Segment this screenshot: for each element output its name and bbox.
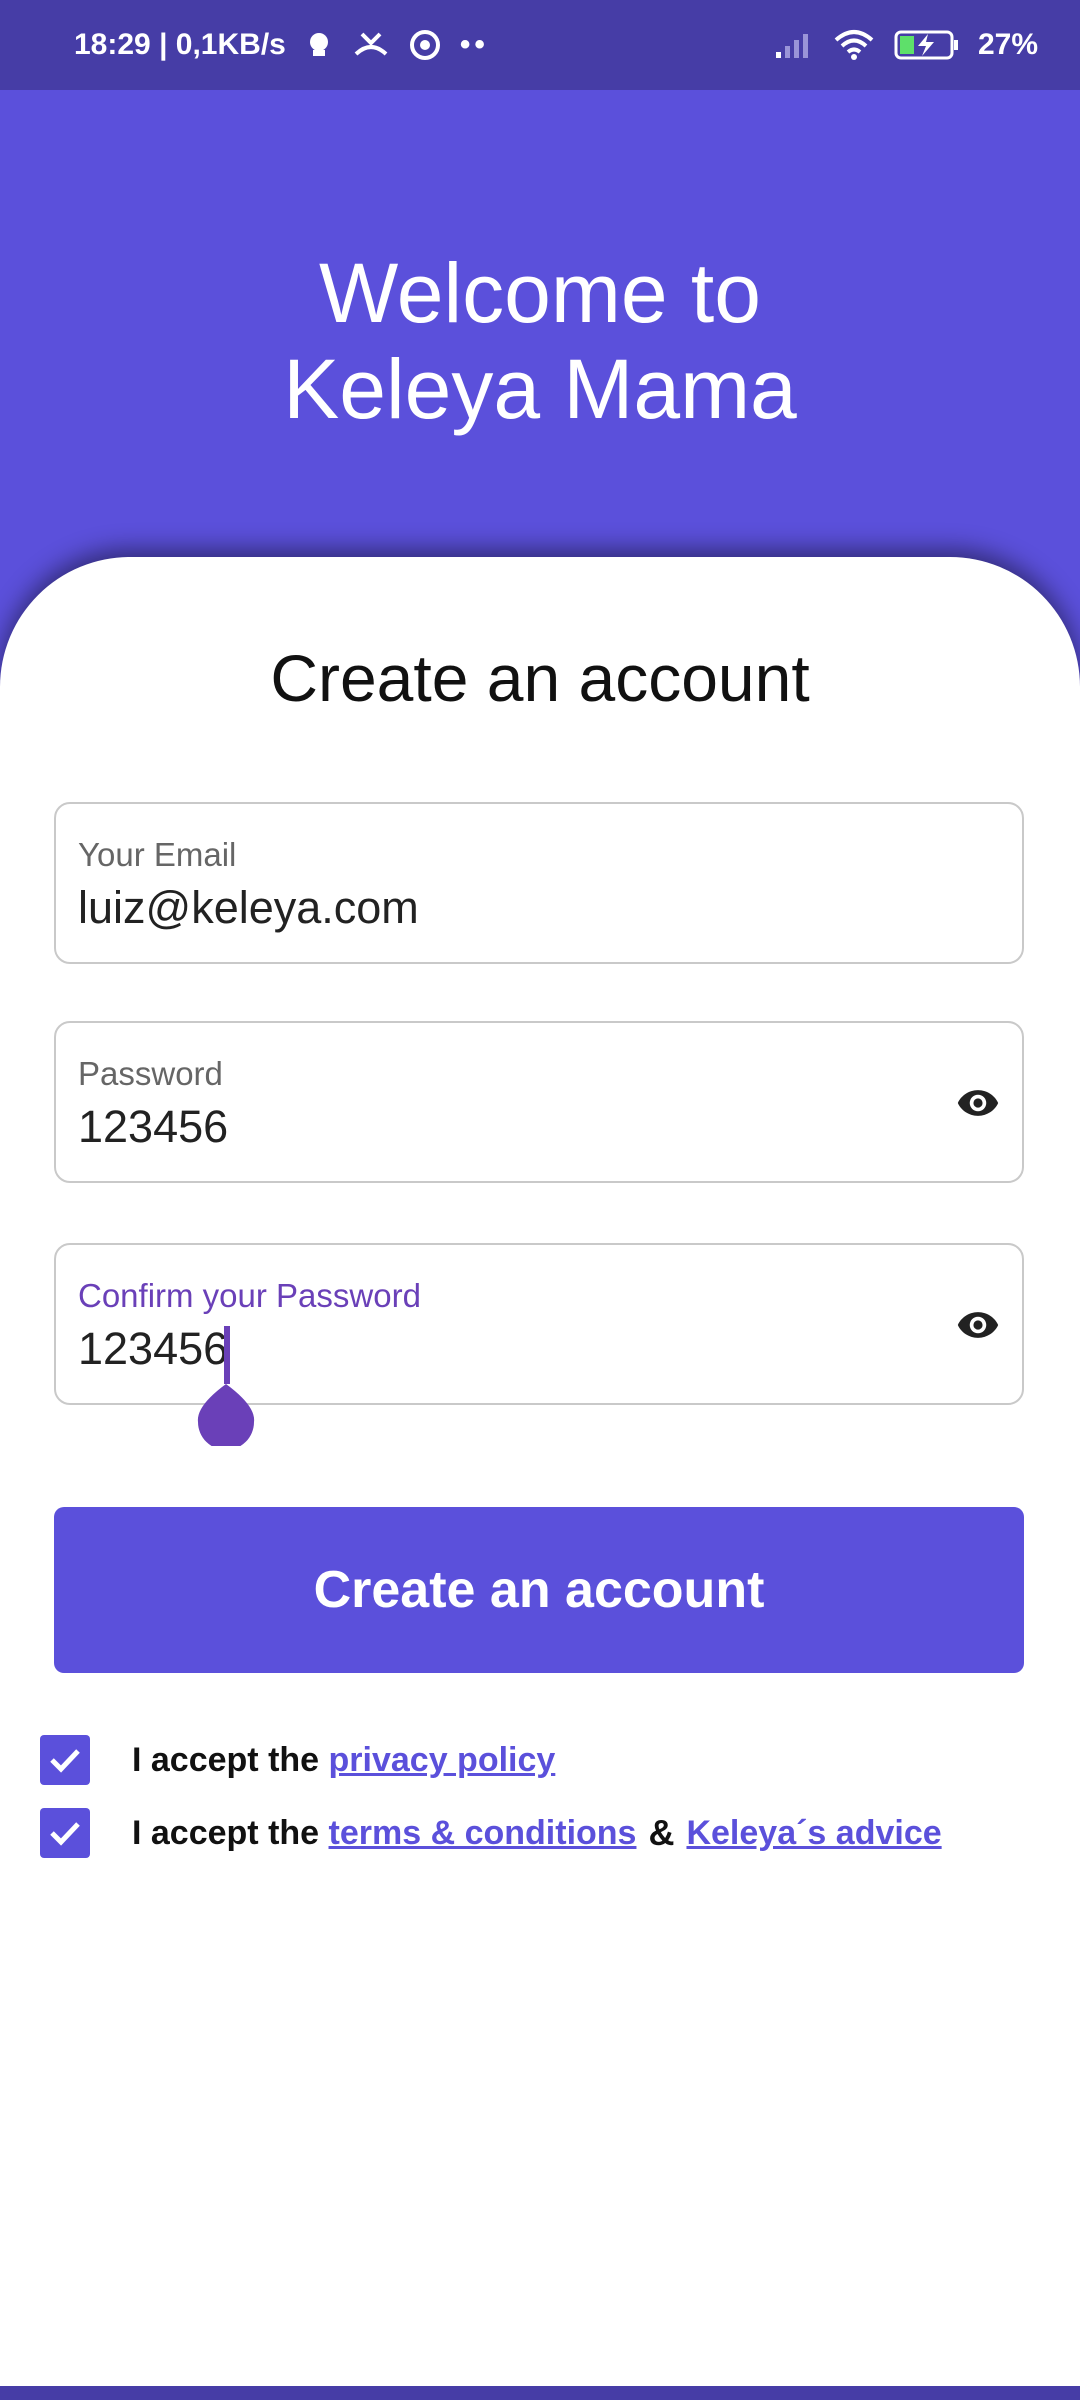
welcome-heading: Welcome to Keleya Mama: [0, 245, 1080, 437]
status-bar-right: 27%: [774, 28, 1038, 62]
privacy-prefix: I accept the: [132, 1740, 320, 1779]
email-field[interactable]: Your Email luiz@keleya.com: [54, 802, 1024, 964]
missed-call-icon: [354, 32, 388, 56]
ampersand: &: [648, 1812, 675, 1853]
privacy-checkbox[interactable]: [40, 1735, 90, 1785]
password-label: Password: [78, 1055, 223, 1092]
create-account-button[interactable]: Create an account: [54, 1507, 1024, 1673]
battery-charging-icon: [894, 30, 958, 60]
cursor-handle[interactable]: [196, 1376, 256, 1446]
terms-conditions-link[interactable]: terms & conditions: [329, 1814, 637, 1853]
password-value[interactable]: 123456: [78, 1101, 228, 1153]
notification-icon: [309, 33, 328, 56]
terms-checkbox[interactable]: [40, 1808, 90, 1858]
check-icon: [50, 1749, 80, 1773]
keleya-advice-link[interactable]: Keleya´s advice: [686, 1814, 941, 1853]
terms-agreement-row: I accept the terms & conditions & Keleya´s…: [40, 1807, 942, 1859]
confirm-password-label: Confirm your Password: [78, 1277, 421, 1314]
confirm-password-value[interactable]: 123456: [78, 1323, 228, 1375]
welcome-line-2: Keleya Mama: [283, 342, 797, 436]
navigation-bar: [0, 2386, 1080, 2400]
eye-icon[interactable]: [956, 1081, 1000, 1125]
email-value[interactable]: luiz@keleya.com: [78, 882, 419, 934]
welcome-line-1: Welcome to: [319, 246, 761, 340]
sync-icon: [409, 30, 440, 60]
more-notifications-icon: ••: [459, 28, 489, 61]
status-bar-left: 18:29 | 0,1KB/s ••: [74, 28, 489, 62]
privacy-agreement-row: I accept the privacy policy: [40, 1734, 555, 1786]
wifi-icon: [834, 30, 874, 60]
check-icon: [50, 1822, 80, 1846]
privacy-policy-link[interactable]: privacy policy: [329, 1741, 556, 1780]
signal-icon: [775, 34, 808, 58]
terms-prefix: I accept the: [132, 1813, 320, 1852]
page-title: Create an account: [270, 641, 810, 715]
email-label: Your Email: [78, 836, 237, 873]
battery-level: 27%: [977, 28, 1038, 61]
status-bar: 18:29 | 0,1KB/s •• 27%: [0, 0, 1080, 90]
eye-icon[interactable]: [956, 1303, 1000, 1347]
password-field[interactable]: Password 123456: [54, 1021, 1024, 1183]
status-time-speed: 18:29 | 0,1KB/s: [74, 28, 286, 61]
